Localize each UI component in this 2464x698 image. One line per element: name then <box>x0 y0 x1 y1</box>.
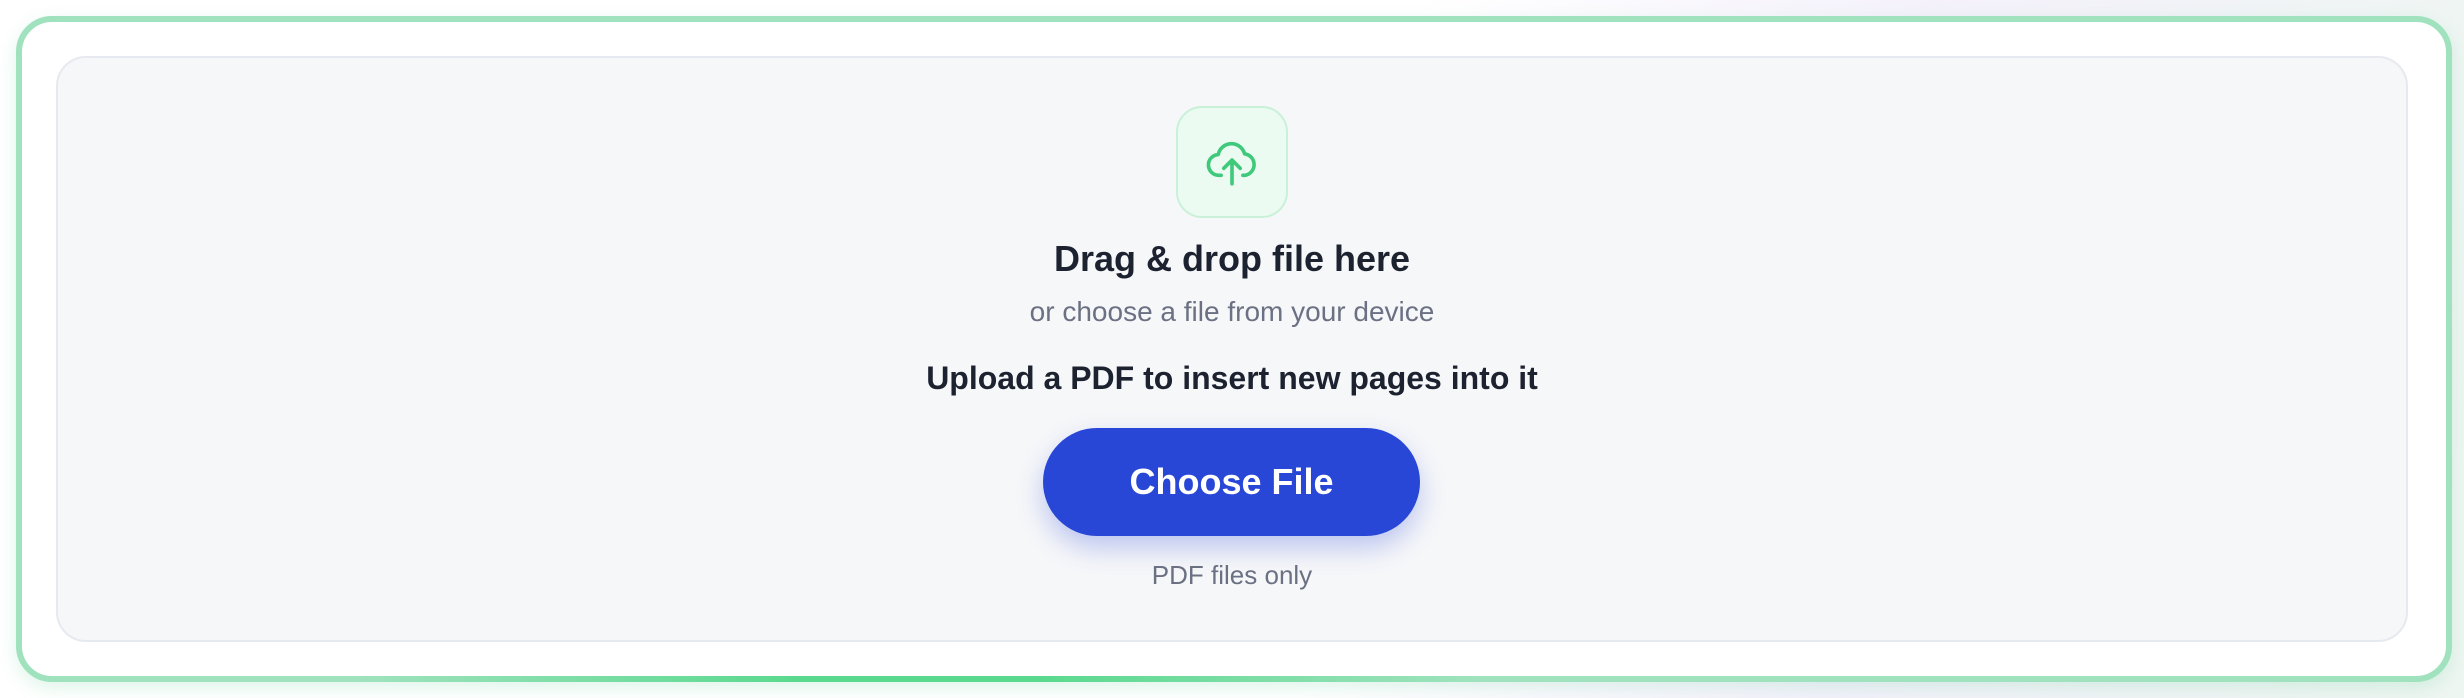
cloud-upload-icon <box>1206 141 1256 186</box>
dropzone-subline: or choose a file from your device <box>1029 296 1435 327</box>
file-type-hint: PDF files only <box>1151 560 1313 590</box>
dropzone-headline: Drag & drop file here <box>1053 238 1411 279</box>
upload-icon-container <box>1176 106 1288 218</box>
upload-instruction: Upload a PDF to insert new pages into it <box>926 360 1538 396</box>
choose-file-button[interactable]: Choose File <box>1043 428 1420 536</box>
